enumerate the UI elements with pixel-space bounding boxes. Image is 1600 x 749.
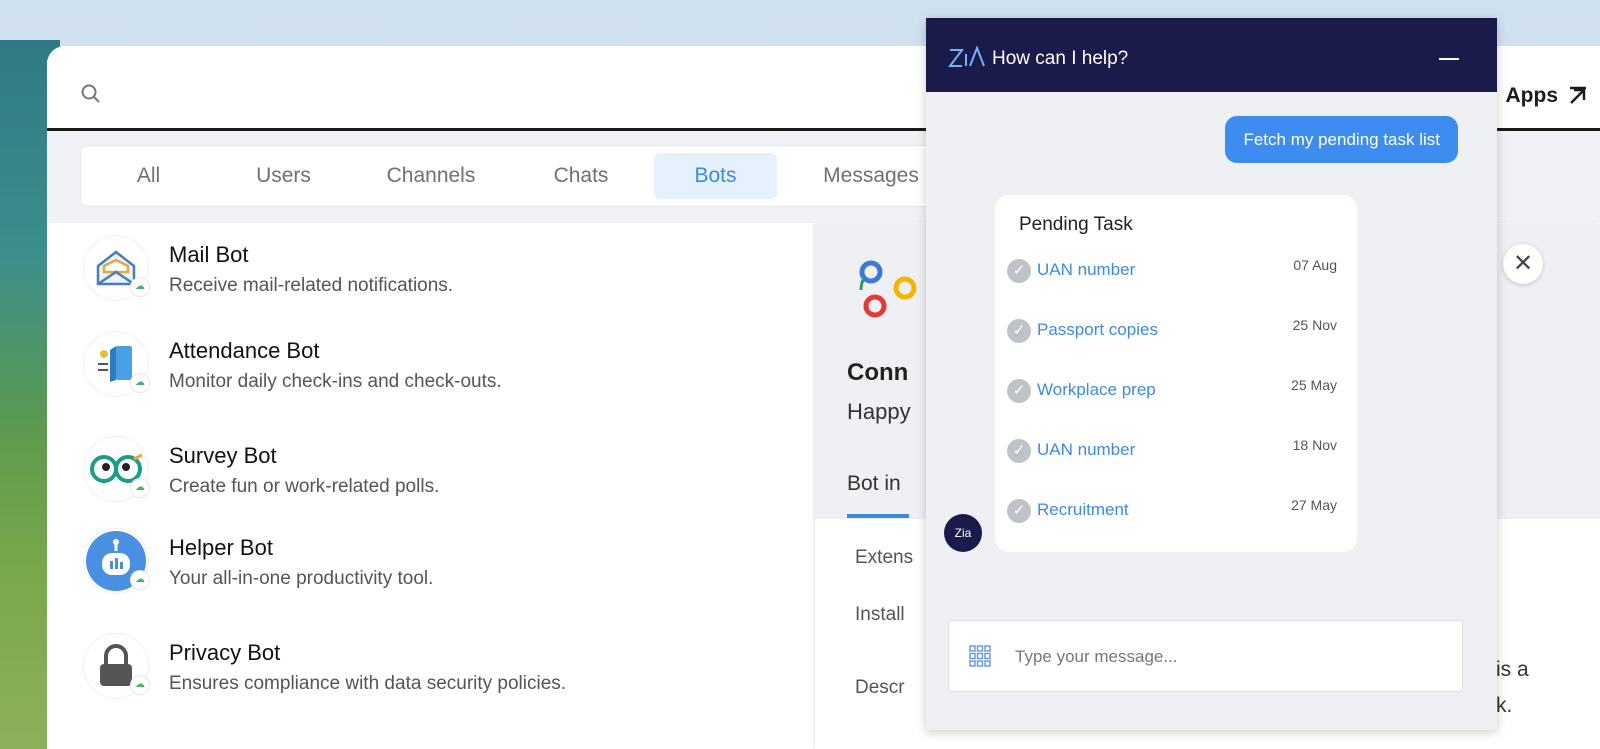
cloud-badge-icon: ☁: [131, 278, 149, 296]
connections-logo-icon: [859, 260, 917, 318]
tab-bots[interactable]: Bots: [654, 153, 777, 199]
bot-name: Mail Bot: [169, 242, 249, 267]
detail-row-install: Install: [855, 604, 905, 625]
minimize-icon[interactable]: [1439, 58, 1459, 60]
description-text-fragment: k.: [1496, 694, 1513, 717]
check-icon: ✓: [1007, 259, 1031, 283]
cloud-badge-icon: ☁: [131, 676, 149, 694]
task-date: 25 Nov: [1292, 317, 1337, 333]
bot-description: Ensures compliance with data security po…: [169, 673, 567, 694]
message-composer: [948, 620, 1463, 692]
task-row[interactable]: ✓ UAN number 18 Nov: [1007, 431, 1337, 471]
bot-description: Your all-in-one productivity tool.: [169, 568, 434, 589]
list-item[interactable]: ☁ Survey Bot Create fun or work-related …: [47, 437, 817, 527]
check-icon: ✓: [1007, 379, 1031, 403]
task-name[interactable]: UAN number: [1037, 260, 1135, 280]
zia-avatar-icon: Zia: [944, 514, 982, 552]
cloud-badge-icon: ☁: [131, 571, 149, 589]
bot-description: Create fun or work-related polls.: [169, 476, 440, 497]
task-name[interactable]: UAN number: [1037, 440, 1135, 460]
tab-chats[interactable]: Chats: [531, 153, 631, 199]
task-name[interactable]: Recruitment: [1037, 500, 1129, 520]
active-tab-indicator: [847, 514, 909, 518]
check-icon: ✓: [1007, 499, 1031, 523]
bot-name: Attendance Bot: [169, 338, 320, 363]
task-row[interactable]: ✓ UAN number 07 Aug: [1007, 251, 1337, 291]
detail-row-extension: Extens: [855, 547, 914, 568]
bot-list: ☁ Mail Bot Receive mail-related notifica…: [47, 224, 817, 749]
task-row[interactable]: ✓ Passport copies 25 Nov: [1007, 311, 1337, 351]
list-item[interactable]: ☁ Attendance Bot Monitor daily check-ins…: [47, 332, 817, 422]
zia-title: How can I help?: [992, 48, 1129, 69]
list-item[interactable]: ☁ Mail Bot Receive mail-related notifica…: [47, 236, 817, 326]
bot-name: Privacy Bot: [169, 640, 281, 665]
list-item[interactable]: ☁ Privacy Bot Ensures compliance with da…: [47, 634, 817, 724]
search-icon: [81, 84, 100, 103]
tab-users[interactable]: Users: [231, 153, 336, 199]
zia-logo-icon: [948, 45, 985, 67]
bot-description: Receive mail-related notifications.: [169, 275, 454, 296]
task-date: 07 Aug: [1293, 257, 1337, 273]
apps-link[interactable]: Apps: [1506, 84, 1589, 108]
tab-messages[interactable]: Messages: [806, 153, 936, 199]
tab-all[interactable]: All: [101, 153, 196, 199]
task-row[interactable]: ✓ Recruitment 27 May: [1007, 491, 1337, 531]
zia-assistant-panel: How can I help? Fetch my pending task li…: [926, 18, 1497, 730]
bot-name: Survey Bot: [169, 443, 277, 468]
grid-menu-icon[interactable]: [969, 645, 991, 667]
check-icon: ✓: [1007, 319, 1031, 343]
description-text-fragment: is a: [1496, 658, 1529, 681]
cloud-badge-icon: ☁: [131, 479, 149, 497]
zia-header: How can I help?: [926, 18, 1497, 92]
task-row[interactable]: ✓ Workplace prep 25 May: [1007, 371, 1337, 411]
list-item[interactable]: ☁ Helper Bot Your all-in-one productivit…: [47, 529, 817, 619]
external-link-icon: [1570, 86, 1586, 104]
pending-task-card: Pending Task ✓ UAN number 07 Aug ✓ Passp…: [995, 195, 1357, 552]
tab-channels[interactable]: Channels: [371, 153, 491, 199]
bot-description: Monitor daily check-ins and check-outs.: [169, 371, 502, 392]
task-date: 18 Nov: [1292, 437, 1337, 453]
user-message-bubble: Fetch my pending task list: [1225, 116, 1458, 163]
cloud-badge-icon: ☁: [131, 374, 149, 392]
task-date: 25 May: [1291, 377, 1337, 393]
search-input[interactable]: [119, 68, 923, 110]
check-icon: ✓: [1007, 439, 1031, 463]
detail-title: Conn: [847, 359, 909, 386]
task-card-title: Pending Task: [1019, 214, 1133, 235]
bot-name: Helper Bot: [169, 535, 273, 560]
detail-subtitle: Happy: [847, 399, 911, 424]
apps-label: Apps: [1505, 84, 1559, 107]
task-name[interactable]: Workplace prep: [1037, 380, 1156, 400]
tab-bot-info[interactable]: Bot in: [847, 472, 901, 496]
detail-row-description: Descr: [855, 677, 905, 698]
close-button[interactable]: ✕: [1503, 244, 1543, 284]
task-date: 27 May: [1291, 497, 1337, 513]
message-input[interactable]: [1013, 639, 1437, 675]
task-name[interactable]: Passport copies: [1037, 320, 1158, 340]
